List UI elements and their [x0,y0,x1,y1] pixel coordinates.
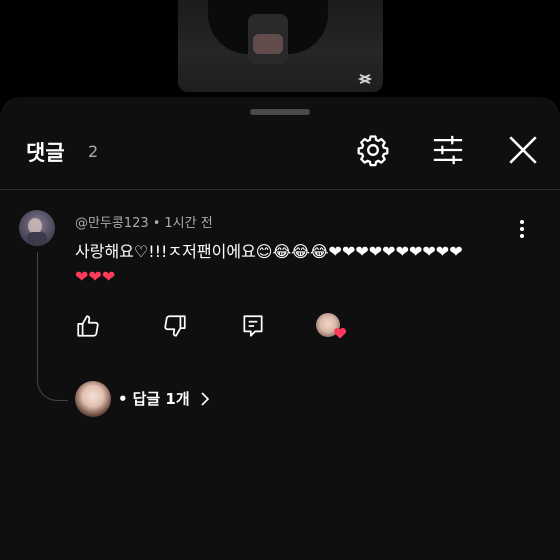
drag-handle[interactable] [250,109,310,115]
close-icon[interactable] [506,133,540,167]
dislike-thumb-down-icon[interactable] [162,313,188,339]
comment-time: 1시간 전 [164,216,213,231]
comment-text-line-1: 사랑해요♡!!!ㅈ저팬이에요😊😂😂😂❤❤❤❤❤❤❤❤❤❤ [75,242,463,261]
more-vertical-icon[interactable] [512,217,532,241]
header-divider [0,189,560,190]
comments-sheet: 댓글 2 @만두콩123 • 1시간 전 사랑해요♡!!!ㅈ저팬이에요😊😂😂😂❤❤❤… [0,97,560,560]
settings-gear-icon[interactable] [356,133,390,167]
capcut-icon [358,74,372,84]
reply-comment-icon[interactable] [240,313,266,339]
video-player-area[interactable] [0,0,560,100]
comment-text: 사랑해요♡!!!ㅈ저팬이에요😊😂😂😂❤❤❤❤❤❤❤❤❤❤ ❤❤❤ [75,239,525,289]
comment-meta: @만두콩123 • 1시간 전 [75,212,213,231]
replies-bullet: • [118,389,128,408]
commenter-avatar[interactable] [19,210,55,246]
creator-heart-badge [333,328,347,339]
filter-sliders-icon[interactable] [431,133,465,167]
reply-thread-line [37,252,68,401]
meta-separator: • [152,216,161,231]
replier-avatar[interactable] [75,381,111,417]
video-thumbnail [178,0,383,92]
chevron-right-icon [201,391,209,406]
comments-count: 2 [88,142,99,161]
like-thumb-up-icon[interactable] [75,313,101,339]
comment-author[interactable]: @만두콩123 [75,216,149,231]
view-replies-button[interactable]: • 답글 1개 [118,388,210,409]
comments-title: 댓글 [26,141,65,165]
replies-count-label: 답글 1개 [132,390,190,408]
comment-text-line-2: ❤❤❤ [75,267,116,286]
